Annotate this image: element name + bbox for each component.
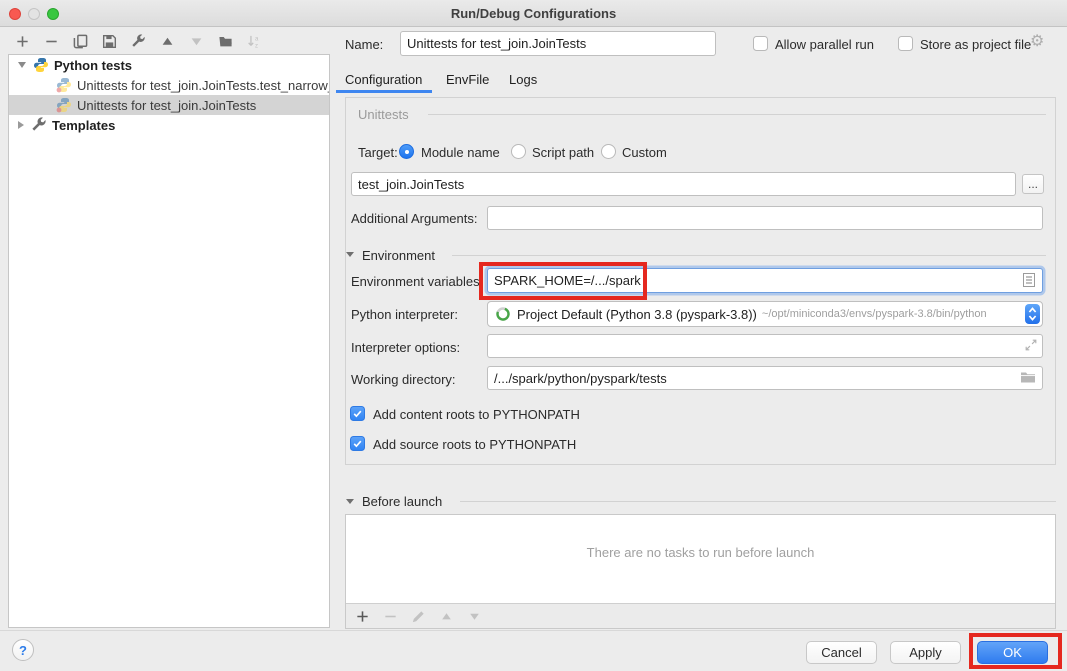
before-launch-collapse-icon[interactable] [346,499,354,504]
apply-button[interactable]: Apply [890,641,961,664]
before-launch-section-title[interactable]: Before launch [362,494,442,509]
allow-parallel-run-checkbox[interactable] [753,36,768,51]
unittests-group-title: Unittests [356,107,411,122]
tree-item-label: Unittests for test_join.JoinTests.test_n… [77,78,329,93]
environment-section-title[interactable]: Environment [362,248,435,263]
store-as-project-file-label[interactable]: Store as project file [920,37,1031,52]
tree-item-label: Python tests [54,58,132,73]
additional-arguments-input[interactable] [487,206,1043,230]
combo-stepper-icon[interactable] [1025,304,1040,324]
python-test-icon [56,77,72,93]
working-directory-label: Working directory: [351,372,456,387]
environment-variables-input[interactable] [487,268,1043,293]
configurations-tree: Python tests Unittests for test_join.Joi… [8,54,330,628]
configurations-toolbar: az [14,33,262,49]
move-down-icon[interactable] [188,33,204,49]
gear-icon[interactable]: ⚙ [1030,34,1044,50]
active-tab-underline [336,90,432,93]
python-interpreter-select[interactable]: Project Default (Python 3.8 (pyspark-3.8… [487,301,1043,327]
tree-item-label: Templates [52,118,115,133]
new-folder-icon[interactable] [217,33,233,49]
module-name-input[interactable] [351,172,1016,196]
add-icon[interactable] [354,608,370,624]
chevron-right-icon[interactable] [18,121,24,129]
interpreter-options-label: Interpreter options: [351,340,460,355]
tab-configuration[interactable]: Configuration [345,72,422,87]
edit-defaults-icon[interactable] [130,33,146,49]
target-custom-radio[interactable] [601,144,616,159]
before-launch-divider [460,501,1056,502]
conda-environment-icon [495,306,511,322]
move-down-icon[interactable] [466,608,482,624]
svg-text:z: z [254,42,257,49]
python-interpreter-label: Python interpreter: [351,307,458,322]
target-script-path-radio[interactable] [511,144,526,159]
footer-divider [0,630,1067,631]
python-icon [33,57,49,73]
check-icon [352,438,363,449]
copy-icon[interactable] [72,33,88,49]
target-custom-label[interactable]: Custom [622,145,667,160]
run-debug-configurations-dialog: Run/Debug Configurations az Python tests… [0,0,1067,671]
wrench-icon [31,117,47,133]
folder-icon[interactable] [1020,371,1036,384]
help-button[interactable]: ? [12,639,34,661]
target-label: Target: [358,145,398,160]
python-interpreter-path: ~/opt/miniconda3/envs/pyspark-3.8/bin/py… [762,308,987,320]
store-as-project-file-checkbox[interactable] [898,36,913,51]
target-script-path-label[interactable]: Script path [532,145,594,160]
expand-field-icon[interactable] [1024,338,1038,352]
target-module-name-label[interactable]: Module name [421,145,500,160]
additional-arguments-label: Additional Arguments: [351,211,477,226]
chevron-down-icon[interactable] [18,62,26,68]
environment-divider [452,255,1046,256]
add-source-roots-checkbox[interactable] [350,436,365,451]
name-input[interactable] [400,31,716,56]
before-launch-tasks-panel: There are no tasks to run before launch [345,514,1056,629]
svg-text:a: a [254,35,258,42]
before-launch-toolbar [346,603,1055,628]
title-bar: Run/Debug Configurations [0,0,1067,27]
environment-variables-label: Environment variables: [351,274,483,289]
name-label: Name: [345,37,383,52]
window-title: Run/Debug Configurations [0,6,1067,21]
add-content-roots-label[interactable]: Add content roots to PYTHONPATH [373,407,580,422]
python-test-icon [56,97,72,113]
tree-item-unittests-test-narrow[interactable]: Unittests for test_join.JoinTests.test_n… [9,75,329,95]
allow-parallel-run-label[interactable]: Allow parallel run [775,37,874,52]
before-launch-empty-text: There are no tasks to run before launch [346,545,1055,560]
tab-logs[interactable]: Logs [509,72,537,87]
browse-button[interactable]: ... [1022,174,1044,194]
tab-envfile[interactable]: EnvFile [446,72,489,87]
python-interpreter-value: Project Default (Python 3.8 (pyspark-3.8… [517,307,757,322]
cancel-button[interactable]: Cancel [806,641,877,664]
move-up-icon[interactable] [438,608,454,624]
tree-item-templates[interactable]: Templates [9,115,329,135]
group-title-divider [428,114,1046,115]
tree-item-unittests-jointests[interactable]: Unittests for test_join.JoinTests [9,95,329,115]
target-module-name-radio[interactable] [399,144,414,159]
edit-icon[interactable] [410,608,426,624]
save-icon[interactable] [101,33,117,49]
remove-icon[interactable] [382,608,398,624]
move-up-icon[interactable] [159,33,175,49]
add-icon[interactable] [14,33,30,49]
sort-alphabetically-icon[interactable]: az [246,33,262,49]
ok-button[interactable]: OK [977,641,1048,664]
interpreter-options-input[interactable] [487,334,1043,358]
check-icon [352,408,363,419]
add-source-roots-label[interactable]: Add source roots to PYTHONPATH [373,437,576,452]
tree-item-python-tests[interactable]: Python tests [9,55,329,75]
edit-variables-icon[interactable] [1022,272,1036,288]
environment-collapse-icon[interactable] [346,252,354,257]
add-content-roots-checkbox[interactable] [350,406,365,421]
remove-icon[interactable] [43,33,59,49]
tree-item-label: Unittests for test_join.JoinTests [77,98,256,113]
working-directory-input[interactable] [487,366,1043,390]
